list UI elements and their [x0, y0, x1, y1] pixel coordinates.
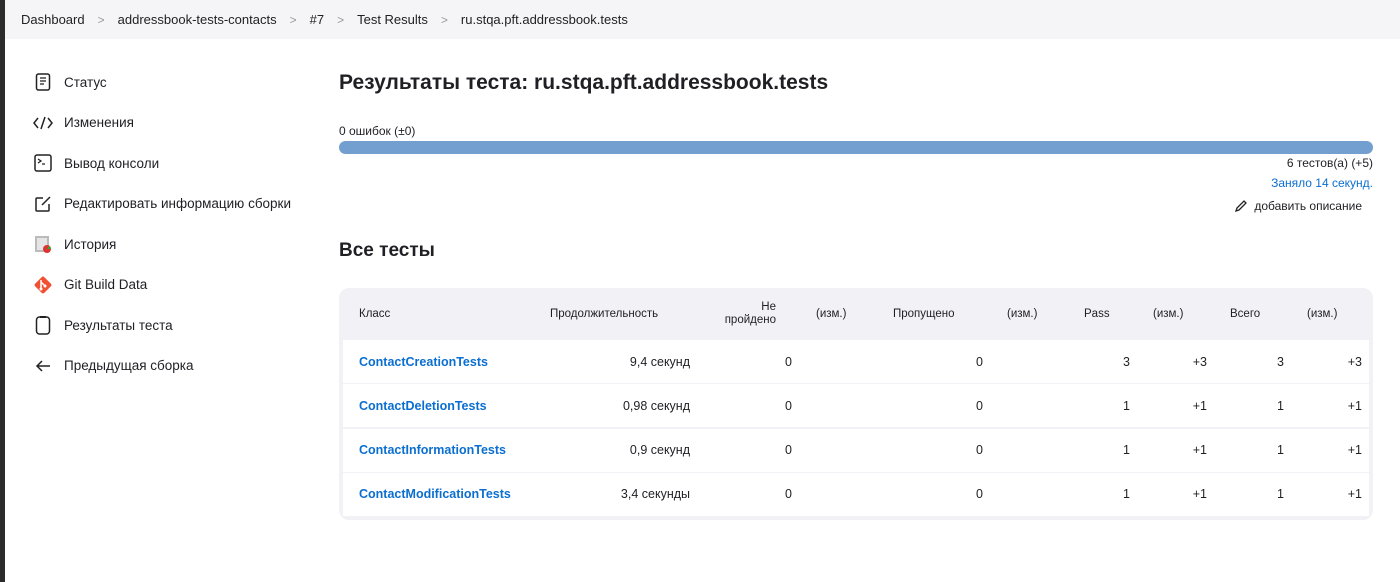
sidebar-item-label: История — [64, 236, 117, 252]
duration: 0,98 секунд — [622, 398, 690, 413]
skipped: 0 — [976, 487, 983, 502]
git-icon — [32, 274, 54, 296]
breadcrumb-job[interactable]: addressbook-tests-contacts — [118, 12, 277, 27]
window-edge — [0, 0, 5, 582]
failed: 0 — [785, 487, 792, 502]
col-total[interactable]: Всего — [1230, 308, 1260, 320]
col-failed[interactable]: Не пройдено — [725, 301, 776, 327]
duration: 3,4 секунды — [620, 487, 690, 502]
test-results-table: Класс Продолжительность Не пройдено (изм.… — [339, 288, 1373, 520]
breadcrumb: Dashboard > addressbook-tests-contacts > #… — [5, 0, 1400, 39]
chevron-right-icon: > — [289, 12, 297, 27]
pass-diff: +1 — [1192, 487, 1207, 502]
sidebar-item-label: Изменения — [64, 115, 134, 131]
sidebar-item-previous-build[interactable]: Предыдущая сборка — [32, 346, 291, 387]
col-failed-diff[interactable]: (изм.) — [816, 308, 846, 320]
total-diff: +3 — [1347, 354, 1362, 369]
pencil-icon — [1235, 200, 1248, 213]
terminal-icon — [32, 152, 54, 174]
breadcrumb-test-results[interactable]: Test Results — [357, 12, 428, 27]
total: 1 — [1277, 398, 1284, 413]
col-pass-diff[interactable]: (изм.) — [1153, 308, 1183, 320]
skipped: 0 — [976, 354, 983, 369]
page-title: Результаты теста: ru.stqa.pft.addressboo… — [339, 71, 829, 94]
edit-icon — [32, 193, 54, 215]
failed: 0 — [785, 398, 792, 413]
chevron-right-icon: > — [440, 12, 448, 27]
sidebar-item-label: Предыдущая сборка — [64, 358, 194, 374]
table-row: ContactModificationTests 3,4 секунды 0 0 1 +1… — [343, 472, 1369, 516]
add-description-label: добавить описание — [1254, 199, 1362, 213]
failed: 0 — [785, 443, 792, 458]
sidebar-item-git-build-data[interactable]: Git Build Data — [32, 265, 291, 306]
breadcrumb-dashboard[interactable]: Dashboard — [21, 12, 85, 27]
pass-diff: +1 — [1192, 398, 1207, 413]
sidebar-item-label: Редактировать информацию сборки — [64, 196, 292, 212]
total-tests: 6 тестов(а) (+5) — [1286, 156, 1373, 170]
sidebar-item-test-results[interactable]: Результаты теста — [32, 305, 291, 346]
table-row: ContactCreationTests 9,4 секунд 0 0 3 +3 3 +3 — [343, 340, 1369, 383]
failure-count: 0 ошибок (±0) — [339, 124, 416, 138]
sidebar-item-label: Статус — [64, 74, 107, 90]
table-row: ContactInformationTests 0,9 секунд 0 0 1 +1 1 +… — [343, 428, 1369, 472]
pass: 1 — [1123, 398, 1130, 413]
pass: 1 — [1123, 443, 1130, 458]
clipboard-icon — [32, 314, 54, 336]
chevron-right-icon: > — [97, 12, 105, 27]
chevron-right-icon: > — [337, 12, 345, 27]
sidebar-item-edit-build-info[interactable]: Редактировать информацию сборки — [32, 184, 291, 225]
class-link[interactable]: ContactModificationTests — [359, 487, 511, 501]
sidebar-item-console[interactable]: Вывод консоли — [32, 143, 291, 184]
col-duration[interactable]: Продолжительность — [550, 308, 658, 320]
total: 1 — [1277, 443, 1284, 458]
total-diff: +1 — [1347, 398, 1362, 413]
add-description-button[interactable]: добавить описание — [1234, 199, 1362, 213]
sidebar-item-status[interactable]: Статус — [32, 62, 291, 103]
sidebar-item-history[interactable]: История — [32, 224, 291, 265]
pass: 3 — [1123, 354, 1130, 369]
history-icon — [32, 233, 54, 255]
skipped: 0 — [976, 398, 983, 413]
sidebar-item-changes[interactable]: Изменения — [32, 103, 291, 144]
col-skipped[interactable]: Пропущено — [893, 308, 955, 320]
failed: 0 — [785, 354, 792, 369]
status-icon — [32, 71, 54, 93]
total-diff: +1 — [1347, 487, 1362, 502]
col-pass[interactable]: Pass — [1084, 308, 1110, 320]
sidebar-item-label: Вывод консоли — [64, 155, 160, 171]
duration: 0,9 секунд — [629, 443, 690, 458]
class-link[interactable]: ContactCreationTests — [359, 355, 488, 369]
skipped: 0 — [976, 443, 983, 458]
sidebar-item-label: Git Build Data — [64, 277, 148, 293]
pass: 1 — [1123, 487, 1130, 502]
col-failed-line2: пройдено — [724, 314, 776, 326]
duration-link[interactable]: Заняло 14 секунд. — [1271, 176, 1373, 190]
table-header: Класс Продолжительность Не пройдено (изм.… — [339, 288, 1373, 340]
arrow-left-icon — [32, 355, 54, 377]
pass-diff: +1 — [1192, 443, 1207, 458]
table-row: ContactDeletionTests 0,98 секунд 0 0 1 +1 1 +1 — [343, 384, 1369, 428]
sidebar: Статус Изменения Вывод консоли Редактиро… — [32, 62, 291, 386]
class-link[interactable]: ContactInformationTests — [359, 443, 506, 457]
pass-diff: +3 — [1192, 354, 1207, 369]
col-class[interactable]: Класс — [359, 308, 390, 320]
breadcrumb-package[interactable]: ru.stqa.pft.addressbook.tests — [461, 12, 628, 27]
section-title: Все тесты — [339, 240, 435, 261]
code-icon — [32, 112, 54, 134]
col-failed-line1: Не — [761, 301, 776, 313]
total: 1 — [1277, 487, 1284, 502]
class-link[interactable]: ContactDeletionTests — [359, 399, 487, 413]
test-progress-bar — [339, 141, 1373, 154]
col-total-diff[interactable]: (изм.) — [1307, 308, 1337, 320]
breadcrumb-build[interactable]: #7 — [310, 12, 324, 27]
duration: 9,4 секунд — [629, 354, 690, 369]
total-diff: +1 — [1347, 443, 1362, 458]
total: 3 — [1277, 354, 1284, 369]
col-skipped-diff[interactable]: (изм.) — [1007, 308, 1037, 320]
sidebar-item-label: Результаты теста — [64, 317, 173, 333]
